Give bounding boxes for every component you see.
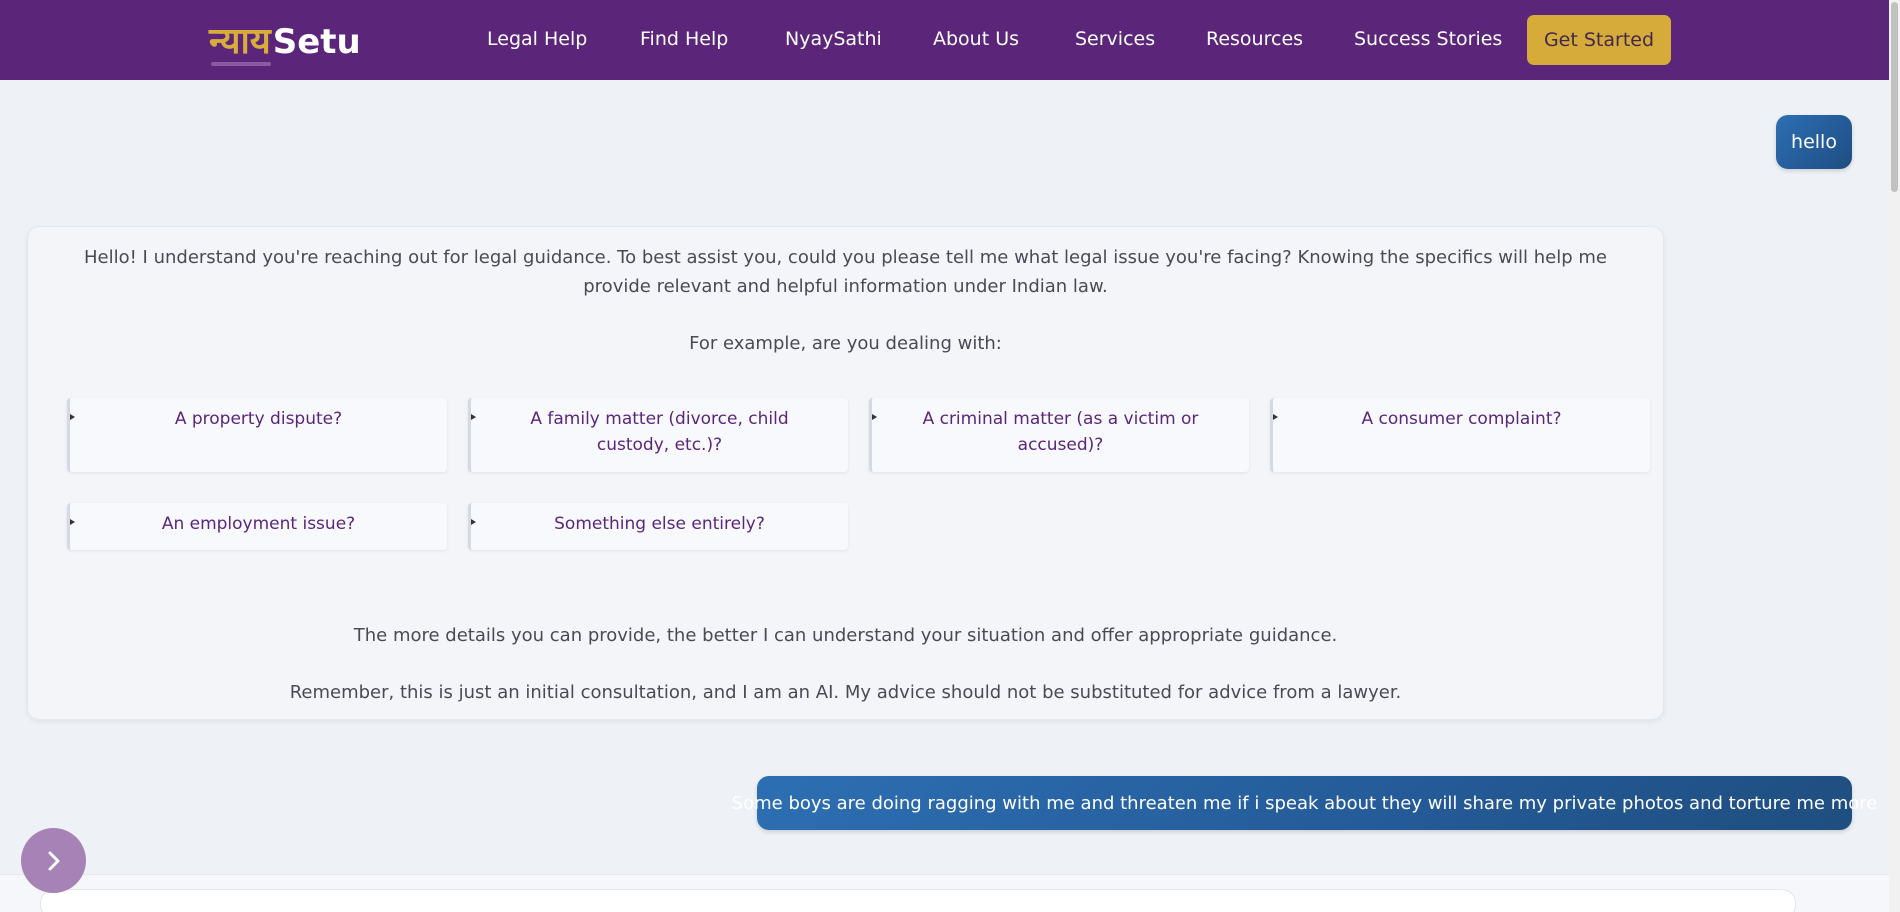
bot-example-prompt: For example, are you dealing with:: [689, 333, 1002, 354]
sidebar-toggle-button[interactable]: [21, 828, 86, 893]
site-logo[interactable]: न्याय Setu: [209, 18, 361, 66]
nav-resources[interactable]: Resources: [1206, 28, 1303, 50]
bot-response-card: Hello! I understand you're reaching out …: [27, 226, 1664, 720]
bot-more-details-text: The more details you can provide, the be…: [353, 625, 1338, 646]
option-property-dispute[interactable]: A property dispute?: [67, 398, 447, 472]
get-started-button[interactable]: Get Started: [1527, 15, 1671, 65]
bot-intro-text: Hello! I understand you're reaching out …: [83, 247, 1607, 297]
page-scrollbar[interactable]: [1889, 0, 1900, 912]
option-label: An employment issue?: [161, 514, 356, 534]
triangle-right-icon: [70, 414, 75, 420]
option-label: A family matter (divorce, child custody,…: [530, 409, 789, 455]
option-label: A consumer complaint?: [1361, 409, 1562, 429]
triangle-right-icon: [471, 519, 476, 525]
option-consumer-complaint[interactable]: A consumer complaint?: [1270, 398, 1650, 472]
logo-english-text: Setu: [272, 22, 361, 62]
user-message-bubble: Some boys are doing ragging with me and …: [732, 776, 1877, 830]
chevron-right-icon: [48, 851, 59, 870]
user-message-text: hello: [1791, 131, 1837, 153]
nav-find-help[interactable]: Find Help: [640, 28, 728, 50]
triangle-right-icon: [1273, 414, 1278, 420]
triangle-right-icon: [70, 519, 75, 525]
nav-services[interactable]: Services: [1075, 28, 1155, 50]
option-employment-issue[interactable]: An employment issue?: [67, 503, 447, 550]
scrollbar-thumb[interactable]: [1891, 2, 1898, 192]
option-label: Something else entirely?: [554, 514, 765, 534]
option-label: A property dispute?: [174, 409, 343, 429]
nav-success-stories[interactable]: Success Stories: [1354, 28, 1502, 50]
logo-hindi-text: न्याय: [209, 21, 271, 66]
triangle-right-icon: [872, 414, 877, 420]
bot-disclaimer-text: Remember, this is just an initial consul…: [289, 682, 1402, 703]
nav-nyaysathi[interactable]: NyaySathi: [785, 28, 882, 50]
user-message-bubble: hello: [1776, 115, 1852, 169]
top-navbar: न्याय Setu Legal Help Find Help NyaySath…: [0, 0, 1889, 80]
chat-input[interactable]: [40, 889, 1796, 912]
nav-about-us[interactable]: About Us: [933, 28, 1019, 50]
user-message-text: Some boys are doing ragging with me and …: [731, 792, 1878, 814]
option-family-matter[interactable]: A family matter (divorce, child custody,…: [468, 398, 848, 472]
option-something-else[interactable]: Something else entirely?: [468, 503, 848, 550]
triangle-right-icon: [471, 414, 476, 420]
option-criminal-matter[interactable]: A criminal matter (as a victim or accuse…: [869, 398, 1249, 472]
option-label: A criminal matter (as a victim or accuse…: [922, 409, 1199, 455]
nav-legal-help[interactable]: Legal Help: [487, 28, 587, 50]
